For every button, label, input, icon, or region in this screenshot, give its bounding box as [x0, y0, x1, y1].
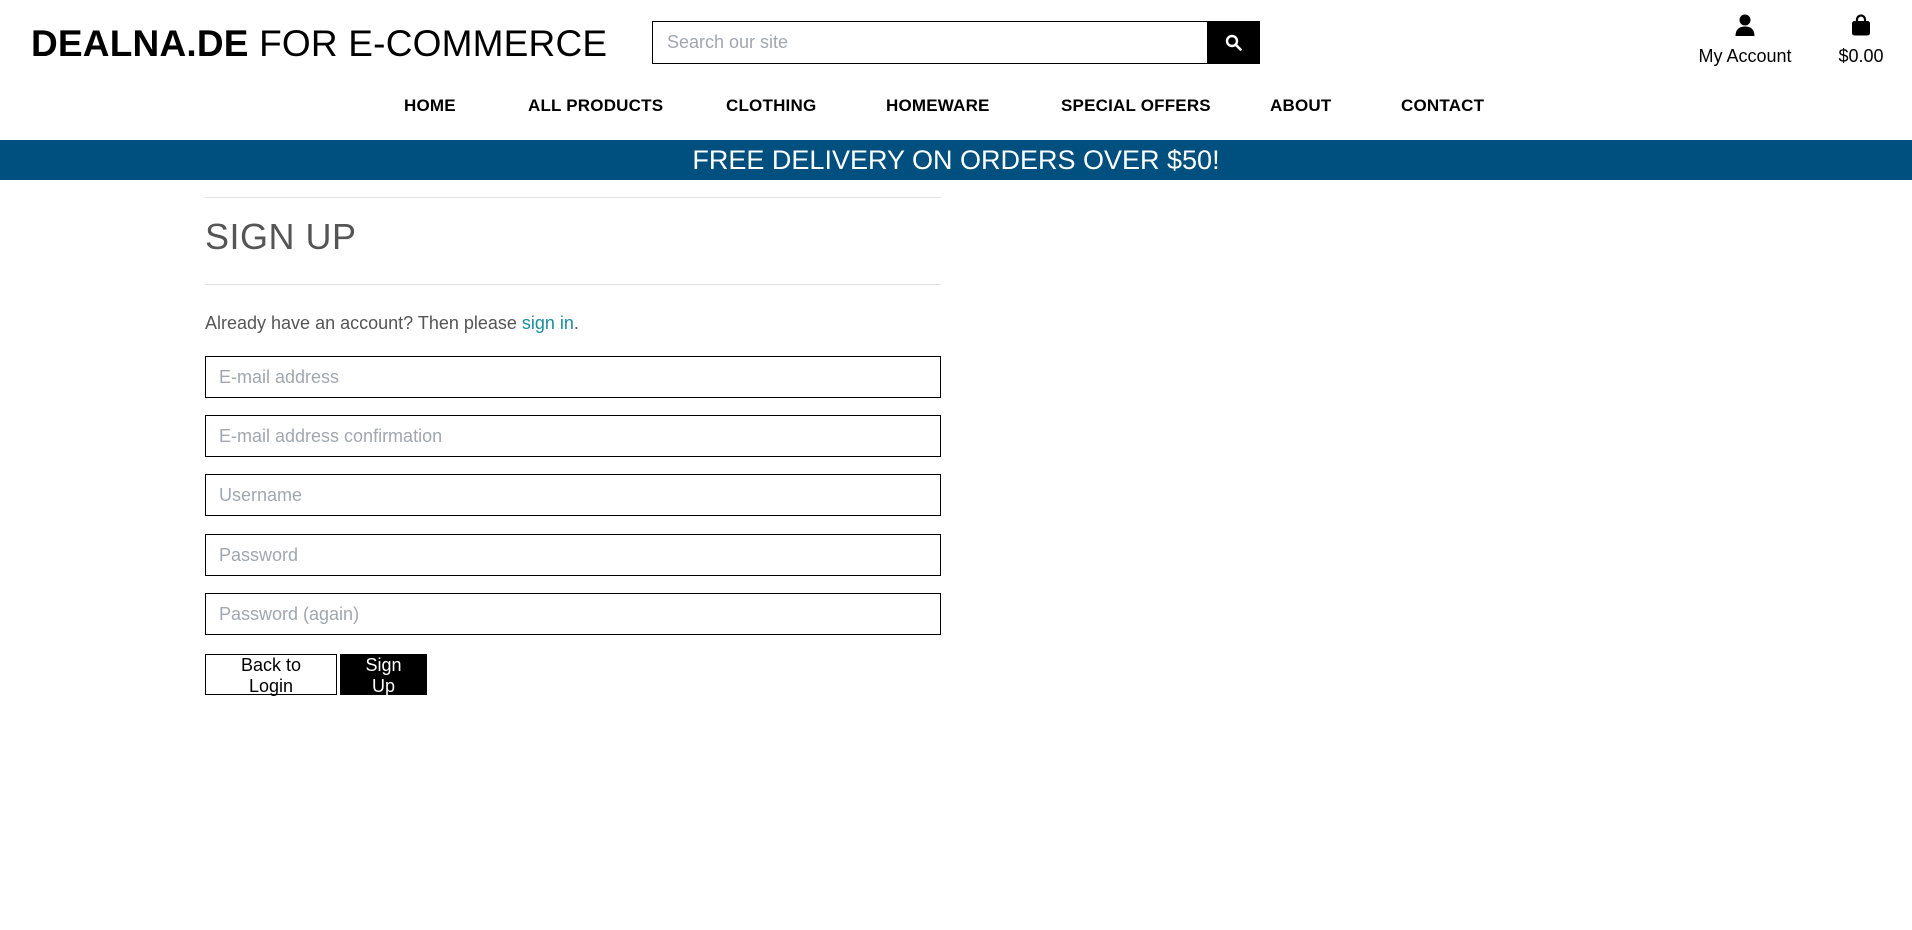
user-icon	[1735, 14, 1755, 36]
nav-about[interactable]: ABOUT	[1270, 96, 1331, 116]
signin-prompt: Already have an account? Then please sig…	[205, 313, 579, 334]
signin-prompt-text: Already have an account? Then please	[205, 313, 522, 333]
sign-up-button[interactable]: Sign Up	[340, 654, 427, 696]
password-field[interactable]	[205, 534, 941, 576]
top-divider	[205, 197, 941, 198]
logo-bold-text: DEALNA.DE	[31, 23, 249, 64]
main-nav: HOME ALL PRODUCTS CLOTHING HOMEWARE SPEC…	[0, 96, 1912, 120]
delivery-banner: FREE DELIVERY ON ORDERS OVER $50!	[0, 140, 1912, 180]
shopping-bag-icon	[1852, 14, 1870, 36]
my-account-link[interactable]: My Account	[1690, 14, 1800, 67]
page-title: SIGN UP	[205, 216, 357, 257]
nav-homeware[interactable]: HOMEWARE	[886, 96, 990, 116]
nav-clothing[interactable]: CLOTHING	[726, 96, 816, 116]
search-form	[652, 21, 1260, 64]
password-again-field[interactable]	[205, 593, 941, 635]
username-field[interactable]	[205, 474, 941, 516]
title-divider	[205, 284, 941, 285]
signin-prompt-period: .	[573, 313, 579, 333]
nav-contact[interactable]: CONTACT	[1401, 96, 1484, 116]
nav-special-offers[interactable]: SPECIAL OFFERS	[1061, 96, 1211, 116]
shopping-bag-link[interactable]: $0.00	[1830, 14, 1892, 67]
search-icon	[1225, 34, 1242, 51]
back-to-login-button[interactable]: Back to Login	[205, 654, 337, 696]
search-button[interactable]	[1207, 21, 1260, 64]
cart-total: $0.00	[1838, 46, 1884, 66]
logo-text: FOR E-COMMERCE	[248, 23, 608, 64]
nav-home[interactable]: HOME	[404, 96, 456, 116]
sign-in-link[interactable]: sign in	[522, 313, 574, 333]
my-account-label: My Account	[1698, 46, 1792, 66]
search-input[interactable]	[652, 21, 1207, 64]
site-logo[interactable]: DEALNA.DE FOR E-COMMERCE	[31, 22, 607, 66]
email-confirm-field[interactable]	[205, 415, 941, 457]
nav-all-products[interactable]: ALL PRODUCTS	[528, 96, 663, 116]
email-field[interactable]	[205, 356, 941, 398]
